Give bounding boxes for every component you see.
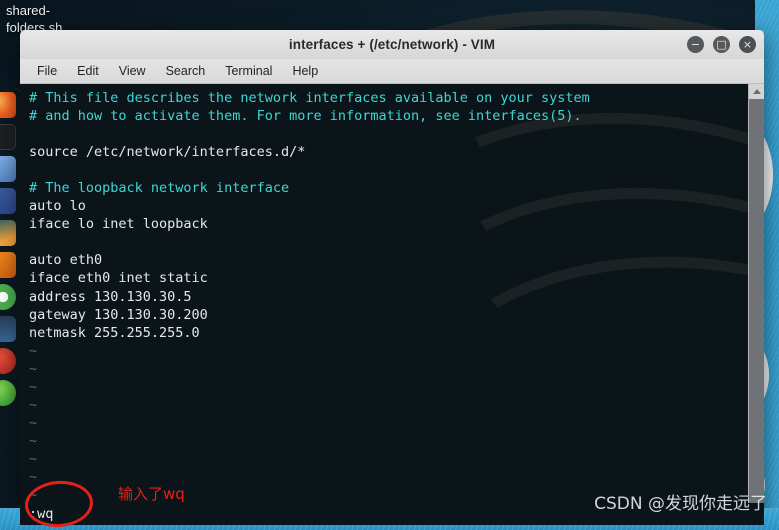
editor-body: # This file describes the network interf…	[20, 84, 764, 503]
editor-line-2: # and how to activate them. For more inf…	[29, 108, 582, 125]
vertical-scrollbar[interactable]	[748, 84, 764, 503]
dock[interactable]	[0, 88, 22, 530]
editor-line-11: iface eth0 inet static	[29, 270, 208, 287]
vim-command-text: :wq	[29, 506, 54, 522]
editor-line-9	[29, 233, 748, 251]
editor-line-12: address 130.130.30.5	[29, 288, 192, 305]
menu-item-terminal[interactable]: Terminal	[216, 61, 281, 81]
scrollbar-thumb[interactable]	[749, 99, 764, 503]
editor-text-area[interactable]: # This file describes the network interf…	[20, 84, 748, 503]
minimize-icon[interactable]: −	[687, 36, 704, 53]
menu-item-view[interactable]: View	[110, 61, 155, 81]
page-title: interfaces + (/etc/network) - VIM	[288, 37, 496, 52]
window-titlebar[interactable]: interfaces + (/etc/network) - VIM − □ ×	[20, 30, 764, 59]
windows-app-icon[interactable]	[0, 316, 16, 342]
watermark: CSDN @发现你走远了	[594, 494, 767, 514]
chrome-icon[interactable]	[0, 284, 16, 310]
menu-item-edit[interactable]: Edit	[68, 61, 108, 81]
editor-line-13: gateway 130.130.30.200	[29, 306, 208, 323]
editor-line-7: auto lo	[29, 198, 86, 215]
editor-icon[interactable]	[0, 188, 16, 214]
green-app-icon[interactable]	[0, 380, 16, 406]
editor-line-20: ~	[29, 432, 38, 449]
editor-line-5	[29, 161, 748, 179]
maximize-icon[interactable]: □	[713, 36, 730, 53]
vim-window: interfaces + (/etc/network) - VIM − □ × …	[20, 30, 764, 525]
menubar[interactable]: File Edit View Search Terminal Help	[20, 59, 764, 84]
office-icon[interactable]	[0, 252, 16, 278]
editor-line-6: # The loopback network interface	[29, 180, 290, 197]
menu-item-file[interactable]: File	[28, 61, 66, 81]
terminal-icon[interactable]	[0, 124, 16, 150]
menu-item-help[interactable]: Help	[283, 61, 327, 81]
editor-line-4: source /etc/network/interfaces.d/*	[29, 144, 306, 161]
editor-line-19: ~	[29, 414, 38, 431]
editor-line-10: auto eth0	[29, 252, 103, 269]
editor-line-16: ~	[29, 360, 38, 377]
close-icon[interactable]: ×	[739, 36, 756, 53]
editor-line-17: ~	[29, 378, 38, 395]
editor-line-8: iface lo inet loopback	[29, 216, 208, 233]
window-controls: − □ ×	[687, 30, 756, 59]
editor-line-3	[29, 125, 748, 143]
editor-line-21: ~	[29, 450, 38, 467]
editor-line-1: # This file describes the network interf…	[29, 90, 590, 106]
menu-item-search[interactable]: Search	[157, 61, 215, 81]
annotation-note: 输入了wq	[118, 485, 185, 503]
burp-suite-icon[interactable]	[0, 220, 16, 246]
editor-line-18: ~	[29, 396, 38, 413]
files-icon[interactable]	[0, 156, 16, 182]
red-app-icon[interactable]	[0, 348, 16, 374]
scroll-up-icon[interactable]	[749, 84, 764, 99]
editor-line-15: ~	[29, 342, 38, 359]
editor-line-14: netmask 255.255.255.0	[29, 324, 200, 341]
firefox-icon[interactable]	[0, 92, 16, 118]
